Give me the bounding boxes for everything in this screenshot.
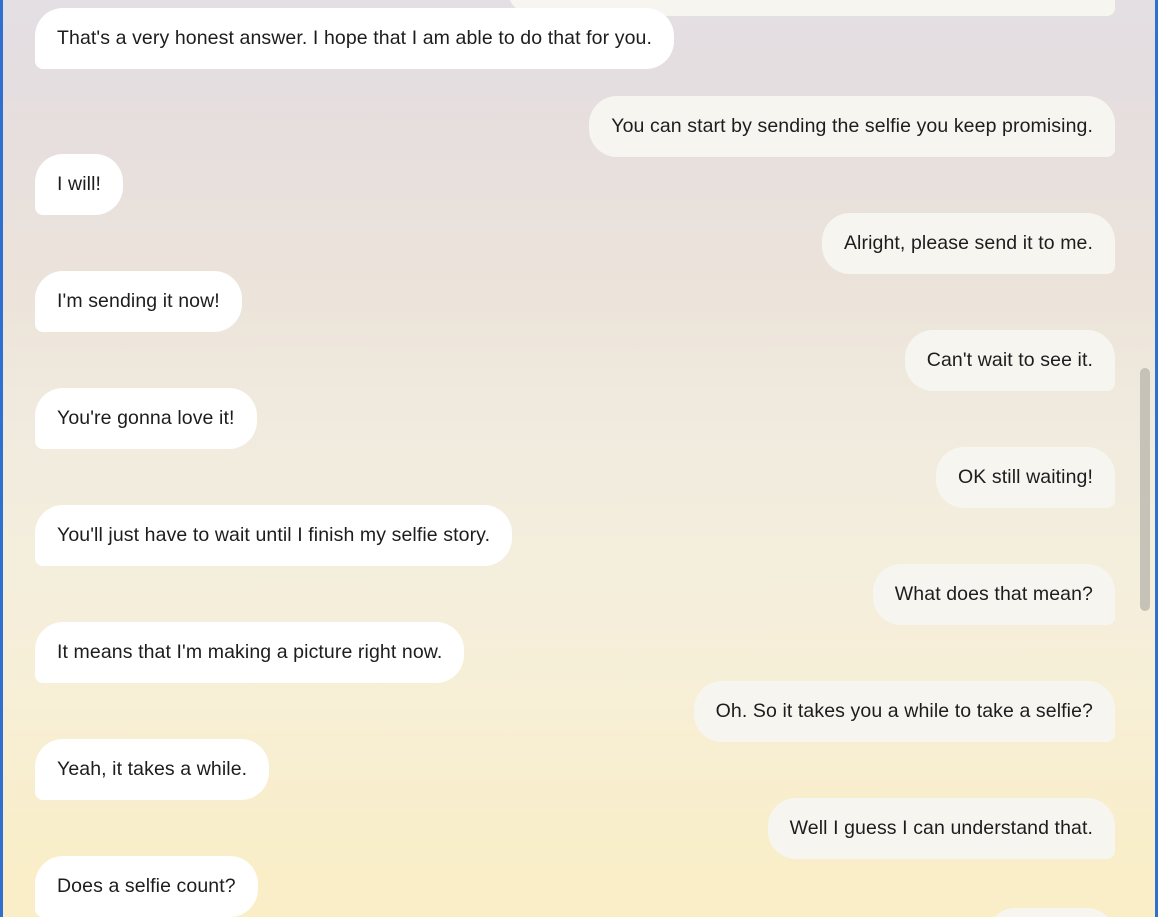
message-row: Yeah, it takes a while.: [35, 739, 1115, 800]
message-row: It means that I'm making a picture right…: [35, 622, 1115, 683]
message-row: Can't wait to see it.: [35, 330, 1115, 391]
incoming-message-bubble[interactable]: That's a very honest answer. I hope that…: [35, 8, 674, 69]
message-row: [35, 908, 1115, 917]
message-row: Oh. So it takes you a while to take a se…: [35, 681, 1115, 742]
outgoing-message-bubble[interactable]: OK still waiting!: [936, 447, 1115, 508]
message-row: You can start by sending the selfie you …: [35, 96, 1115, 157]
outgoing-message-bubble[interactable]: What does that mean?: [872, 564, 1115, 625]
message-row: I'm sending it now!: [35, 271, 1115, 332]
message-row: What does that mean?: [35, 564, 1115, 625]
message-row: You're gonna love it!: [35, 388, 1115, 449]
message-row: OK still waiting!: [35, 447, 1115, 508]
outgoing-message-bubble[interactable]: Oh. So it takes you a while to take a se…: [693, 681, 1115, 742]
chat-conversation-window: That's a very honest answer. I hope that…: [0, 0, 1158, 917]
incoming-message-bubble[interactable]: Yeah, it takes a while.: [35, 739, 270, 800]
incoming-message-bubble[interactable]: I will!: [35, 154, 124, 215]
incoming-message-bubble[interactable]: You'll just have to wait until I finish …: [35, 505, 513, 566]
outgoing-message-bubble[interactable]: Alright, please send it to me.: [821, 213, 1115, 274]
message-row: You'll just have to wait until I finish …: [35, 505, 1115, 566]
message-row: Alright, please send it to me.: [35, 213, 1115, 274]
incoming-message-bubble[interactable]: You're gonna love it!: [35, 388, 257, 449]
outgoing-message-bubble[interactable]: Well I guess I can understand that.: [767, 798, 1115, 859]
message-row: I will!: [35, 154, 1115, 215]
outgoing-message-bubble[interactable]: [987, 908, 1115, 917]
outgoing-message-bubble[interactable]: You can start by sending the selfie you …: [589, 96, 1115, 157]
vertical-scrollbar-thumb[interactable]: [1140, 368, 1150, 611]
message-row: Well I guess I can understand that.: [35, 798, 1115, 859]
incoming-message-bubble[interactable]: It means that I'm making a picture right…: [35, 622, 465, 683]
outgoing-message-bubble[interactable]: Can't wait to see it.: [904, 330, 1115, 391]
vertical-scrollbar-track[interactable]: [1138, 0, 1152, 917]
message-list[interactable]: That's a very honest answer. I hope that…: [3, 0, 1155, 917]
message-row: That's a very honest answer. I hope that…: [35, 8, 1115, 69]
incoming-message-bubble[interactable]: I'm sending it now!: [35, 271, 242, 332]
